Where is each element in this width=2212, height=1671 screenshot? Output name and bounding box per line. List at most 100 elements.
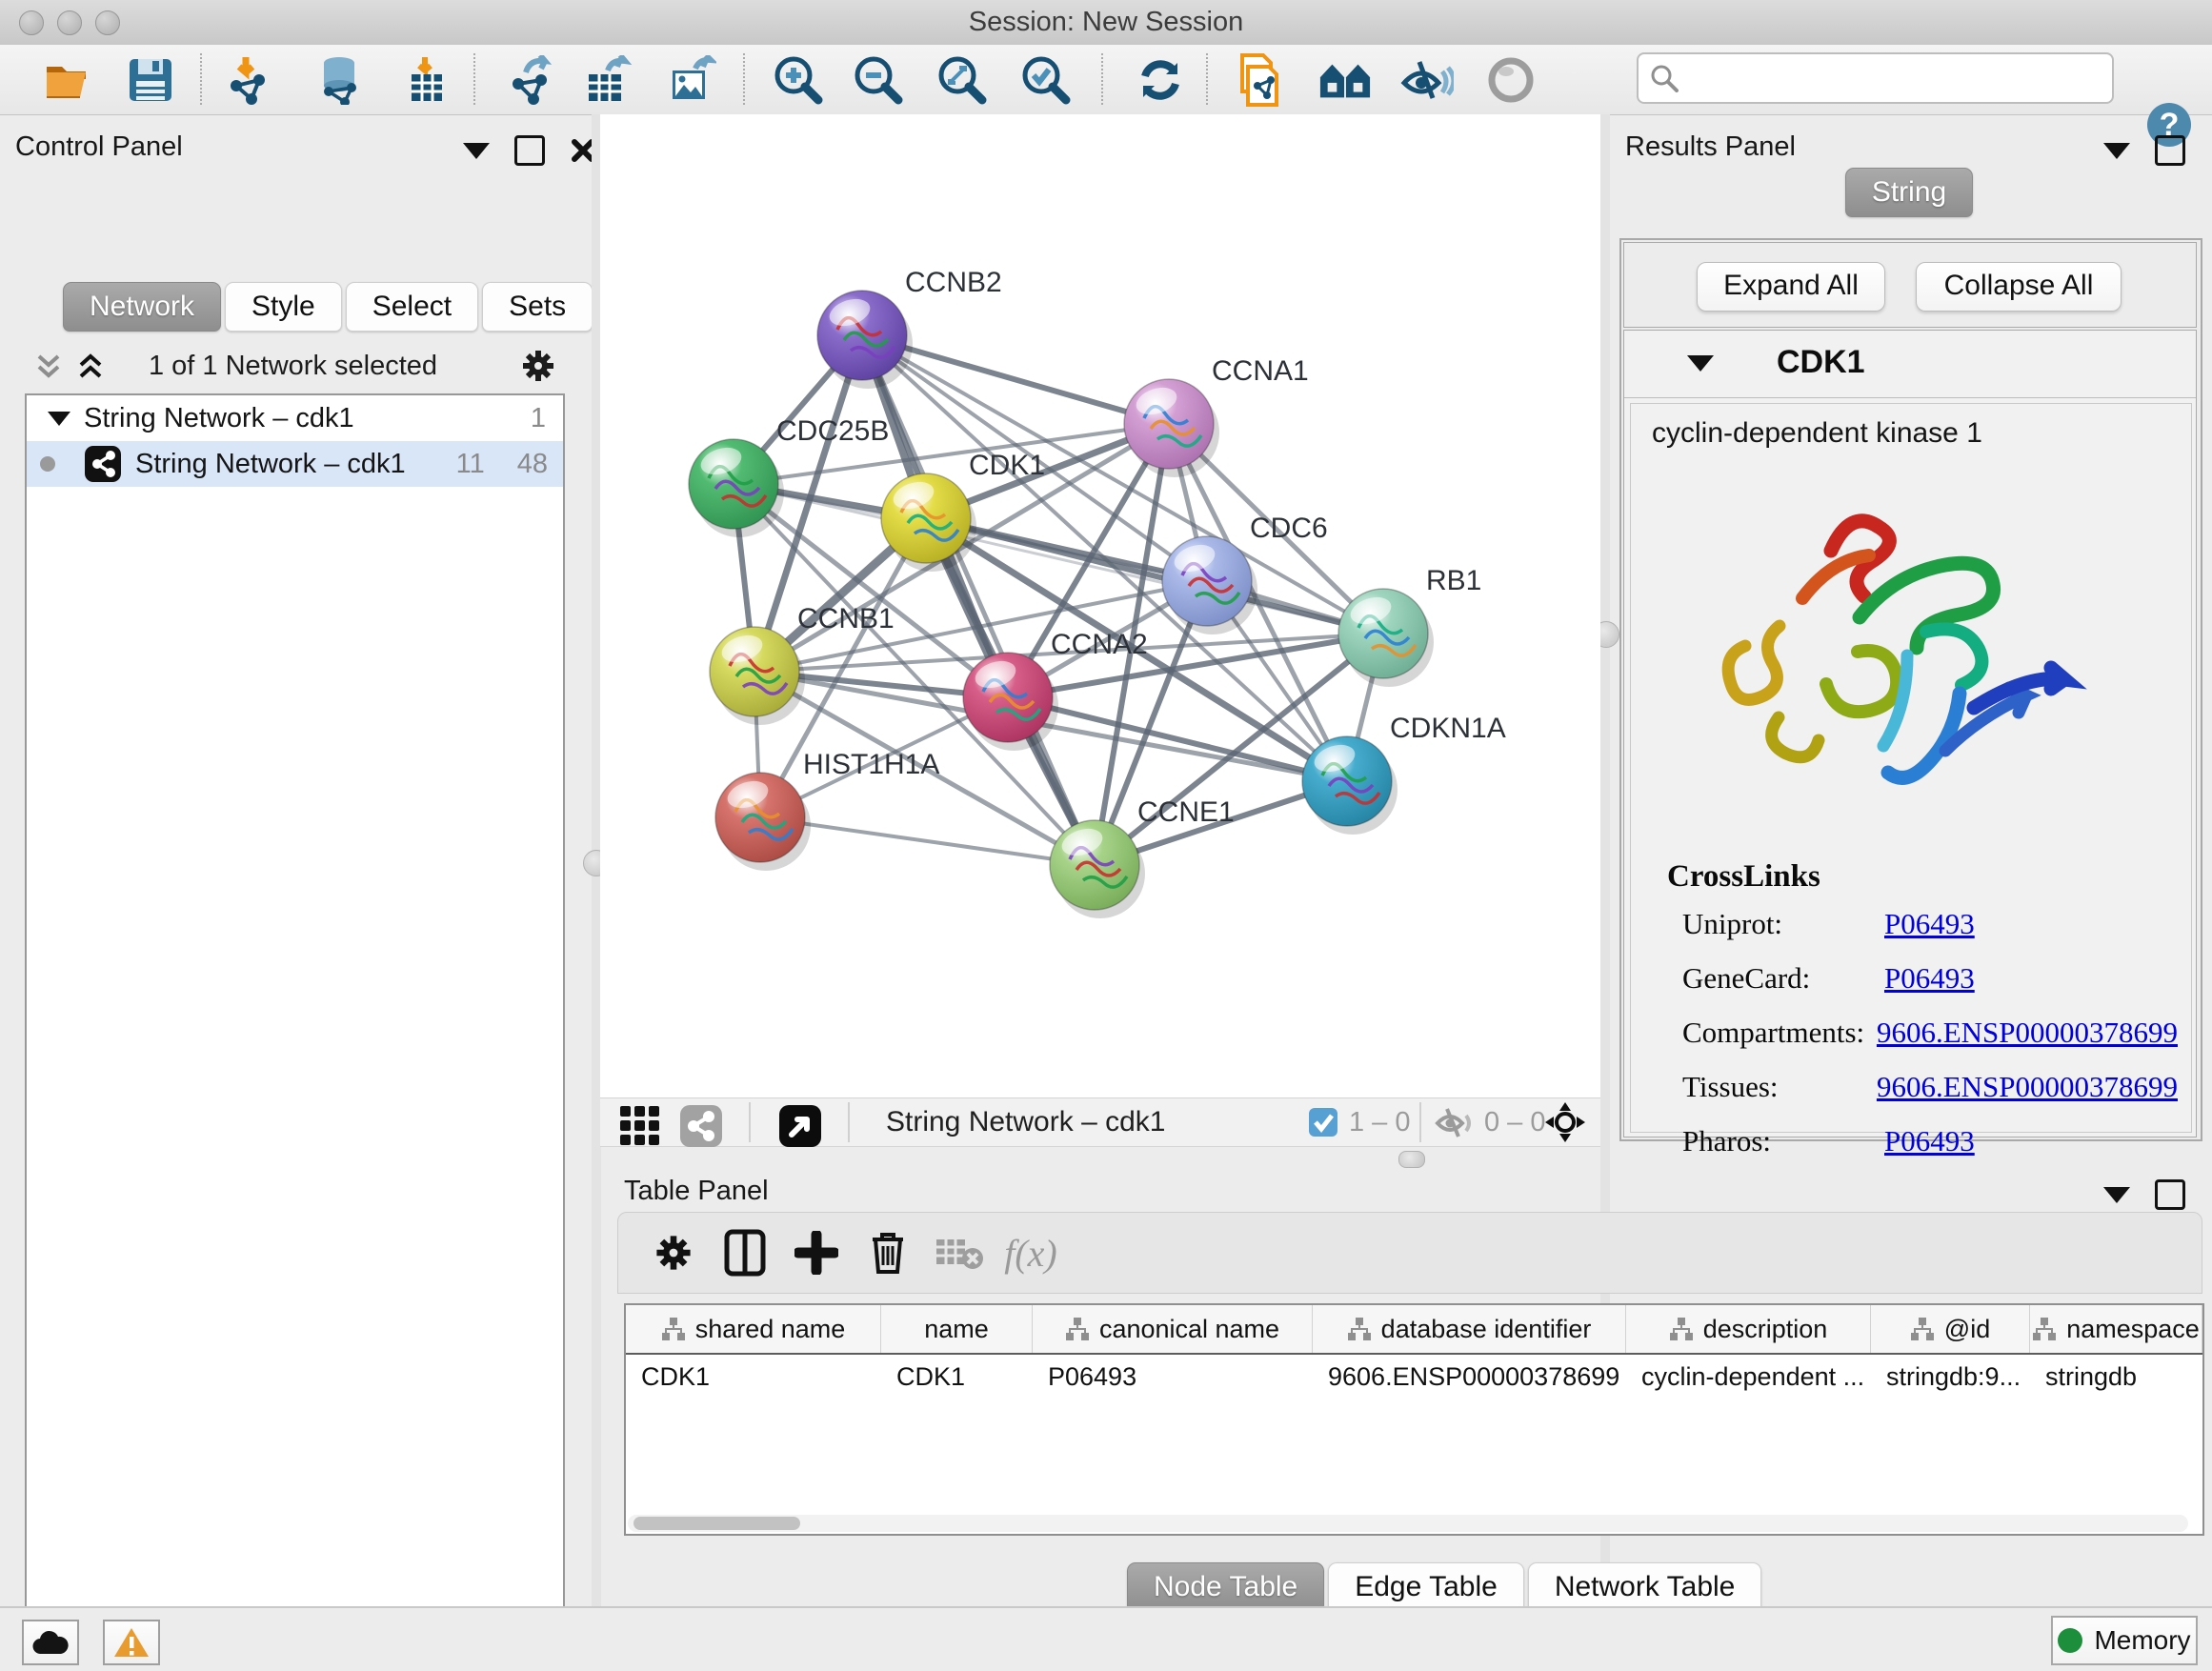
network-collection-row[interactable]: String Network – cdk1 1 — [27, 395, 563, 441]
float-panel-icon[interactable] — [2155, 135, 2185, 166]
cloud-status-button[interactable] — [22, 1620, 79, 1665]
export-network-button[interactable] — [505, 54, 558, 106]
search-input[interactable] — [1688, 62, 2102, 94]
table-row[interactable]: CDK1CDK1P064939606.ENSP00000378699cyclin… — [626, 1355, 2202, 1399]
column-header-id[interactable]: @id — [1871, 1305, 2030, 1353]
crosslink-label: Pharos: — [1682, 1124, 1884, 1158]
node-CDKN1A[interactable] — [1302, 736, 1398, 835]
network-canvas[interactable]: CCNB2CCNA1CDC25BCDK1CDC6RB1CCNB1CCNA2CDK… — [600, 114, 1600, 1097]
tab-network-table[interactable]: Network Table — [1528, 1562, 1762, 1612]
collapse-arrow-icon[interactable] — [48, 412, 70, 426]
table-cell[interactable]: P06493 — [1033, 1355, 1313, 1399]
node-CCNA2[interactable] — [963, 653, 1058, 751]
zoom-in-button[interactable] — [772, 54, 825, 106]
panel-menu-icon[interactable] — [2103, 1187, 2130, 1203]
shared-column-icon — [2032, 1317, 2057, 1341]
refresh-network-button[interactable] — [1134, 54, 1187, 106]
network-view-button[interactable] — [674, 1100, 728, 1152]
crosslink-link[interactable]: P06493 — [1884, 907, 1975, 941]
node-CDC6[interactable] — [1162, 536, 1257, 634]
table-tabs: Node TableEdge TableNetwork Table — [1127, 1562, 1765, 1612]
import-database-button[interactable] — [312, 54, 366, 106]
node-RB1[interactable] — [1338, 589, 1434, 687]
crosslink-link[interactable]: 9606.ENSP00000378699 — [1877, 1070, 2178, 1104]
panel-menu-icon[interactable] — [463, 143, 490, 159]
zoom-selected-button[interactable] — [1019, 54, 1073, 106]
fit-content-icon[interactable] — [1543, 1100, 1587, 1144]
float-panel-icon[interactable] — [514, 135, 545, 166]
crosslink-link[interactable]: 9606.ENSP00000378699 — [1877, 1016, 2178, 1050]
horizontal-scrollbar[interactable] — [628, 1515, 2188, 1532]
table-cell[interactable]: stringdb — [2030, 1355, 2202, 1399]
export-table-button[interactable] — [581, 54, 634, 106]
float-panel-icon[interactable] — [2155, 1179, 2185, 1210]
tab-edge-table[interactable]: Edge Table — [1328, 1562, 1524, 1612]
collapse-all-button[interactable]: Collapse All — [1916, 262, 2122, 312]
selection-status: 1 of 1 Network selected — [25, 351, 561, 382]
level-of-detail-button[interactable] — [1484, 54, 1538, 106]
node-label-CDC6: CDC6 — [1250, 513, 1328, 544]
import-network-button[interactable] — [221, 54, 274, 106]
column-header-databaseidentifier[interactable]: database identifier — [1313, 1305, 1626, 1353]
add-column-button[interactable] — [790, 1226, 843, 1279]
show-columns-button[interactable] — [718, 1226, 772, 1279]
table-cell[interactable]: 9606.ENSP00000378699 — [1313, 1355, 1626, 1399]
delete-table-button[interactable] — [933, 1226, 986, 1279]
duplicate-network-button[interactable] — [1233, 54, 1286, 106]
column-header-namespace[interactable]: namespace — [2030, 1305, 2202, 1353]
collapse-gene-icon[interactable] — [1687, 355, 1714, 372]
save-session-button[interactable] — [124, 54, 177, 106]
tab-select[interactable]: Select — [346, 282, 478, 332]
crosslink-link[interactable]: P06493 — [1884, 1124, 1975, 1158]
edge-count: 48 — [517, 449, 548, 480]
network-row-selected[interactable]: String Network – cdk1 11 48 — [27, 441, 563, 487]
column-label: namespace — [2066, 1315, 2200, 1344]
grid-view-button[interactable] — [613, 1100, 667, 1152]
first-neighbors-button[interactable] — [1318, 54, 1372, 106]
tab-network[interactable]: Network — [63, 282, 221, 332]
toolbar-search[interactable] — [1637, 52, 2114, 104]
import-table-button[interactable] — [400, 54, 453, 106]
column-header-description[interactable]: description — [1626, 1305, 1871, 1353]
table-settings-button[interactable] — [647, 1226, 700, 1279]
scrollbar-thumb[interactable] — [633, 1517, 800, 1530]
zoom-out-button[interactable] — [852, 54, 905, 106]
table-cell[interactable]: cyclin-dependent ... — [1626, 1355, 1871, 1399]
gene-header[interactable]: CDK1 — [1624, 331, 2196, 398]
tab-style[interactable]: Style — [225, 282, 342, 332]
column-header-canonicalname[interactable]: canonical name — [1033, 1305, 1313, 1353]
floppy-disk-icon — [129, 58, 172, 102]
column-header-sharedname[interactable]: shared name — [626, 1305, 881, 1353]
node-HIST1H1A[interactable] — [715, 773, 811, 871]
show-hide-graphics-button[interactable] — [1400, 54, 1454, 106]
column-header-name[interactable]: name — [881, 1305, 1033, 1353]
open-session-button[interactable] — [43, 54, 96, 106]
tab-string[interactable]: String — [1845, 168, 1973, 217]
horizontal-splitter-handle[interactable] — [1398, 1151, 1425, 1168]
delete-column-button[interactable] — [861, 1226, 915, 1279]
results-panel: Results Panel String Expand All Collapse… — [1610, 114, 2212, 1174]
table-cell[interactable]: stringdb:9... — [1871, 1355, 2030, 1399]
selected-checkbox[interactable] — [1309, 1108, 1337, 1137]
tab-node-table[interactable]: Node Table — [1127, 1562, 1324, 1612]
zoom-selected-icon — [1020, 54, 1072, 106]
function-builder-button[interactable]: f(x) — [1004, 1226, 1057, 1279]
zoom-fit-button[interactable] — [935, 54, 989, 106]
birds-eye-view-button[interactable] — [774, 1100, 827, 1152]
tab-sets[interactable]: Sets — [482, 282, 593, 332]
shared-column-icon — [1910, 1317, 1935, 1341]
expand-all-button[interactable]: Expand All — [1697, 262, 1885, 312]
node-CCNA1[interactable] — [1124, 379, 1219, 477]
warnings-button[interactable] — [103, 1620, 160, 1665]
node-CDK1[interactable] — [881, 473, 976, 572]
export-image-button[interactable] — [665, 54, 718, 106]
panel-menu-icon[interactable] — [2103, 143, 2130, 159]
table-cell[interactable]: CDK1 — [881, 1355, 1033, 1399]
network-graph[interactable]: CCNB2CCNA1CDC25BCDK1CDC6RB1CCNB1CCNA2CDK… — [600, 114, 1600, 1097]
table-cell[interactable]: CDK1 — [626, 1355, 881, 1399]
table-toolbar: f(x) — [617, 1212, 2202, 1294]
node-CDC25B[interactable] — [689, 439, 784, 537]
memory-button[interactable]: Memory — [2051, 1616, 2198, 1665]
crosslink-link[interactable]: P06493 — [1884, 961, 1975, 996]
gear-icon[interactable] — [519, 347, 557, 385]
